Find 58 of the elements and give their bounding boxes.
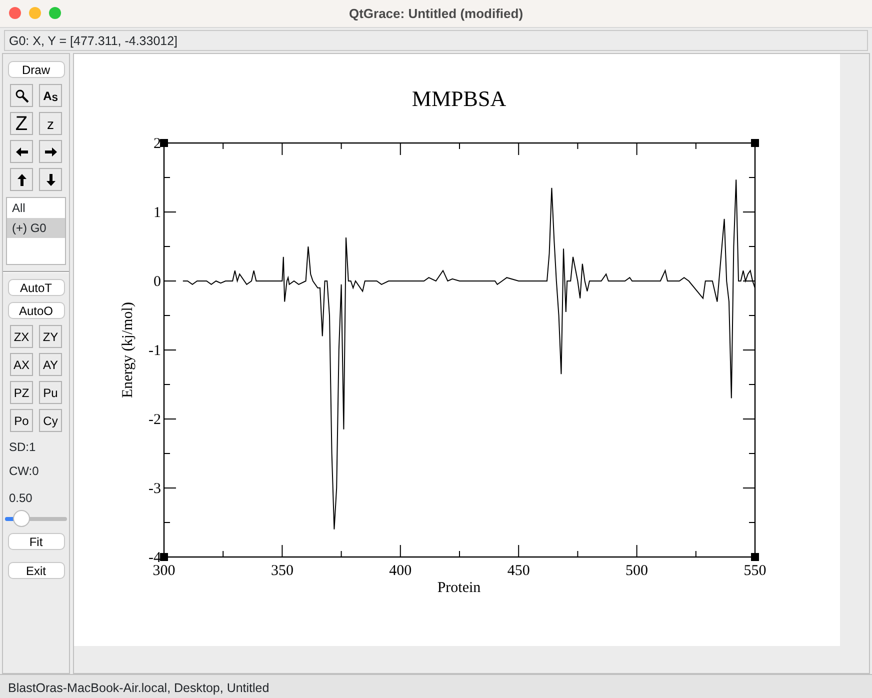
tool-button[interactable] bbox=[39, 168, 62, 191]
y-tick-label: -3 bbox=[148, 481, 161, 497]
readout-label: SD:1 bbox=[9, 439, 36, 456]
tool-button[interactable]: z bbox=[39, 112, 62, 135]
y-tick-label: 1 bbox=[154, 205, 161, 221]
zoom-icon bbox=[14, 88, 28, 102]
tool-button[interactable]: AY bbox=[39, 353, 62, 376]
tool-button[interactable]: AX bbox=[10, 353, 33, 376]
x-tick-label: 350 bbox=[270, 563, 294, 579]
draw-button[interactable]: Draw bbox=[8, 61, 64, 78]
y-tick-label: -2 bbox=[148, 412, 161, 428]
y-axis-label: Energy (kj/mol) bbox=[120, 302, 136, 398]
slider-value: 0.50 bbox=[9, 490, 32, 507]
plot-button[interactable]: Fit bbox=[8, 533, 64, 550]
selection-handle[interactable] bbox=[160, 139, 168, 147]
tool-button[interactable] bbox=[10, 140, 33, 163]
selection-handle[interactable] bbox=[751, 553, 759, 561]
x-tick-label: 300 bbox=[152, 563, 176, 579]
readout-label: CW:0 bbox=[9, 463, 39, 480]
tool-button[interactable]: Z bbox=[10, 112, 33, 135]
tool-button[interactable]: ZY bbox=[39, 325, 62, 348]
tool-button[interactable] bbox=[39, 140, 62, 163]
tool-button[interactable]: Po bbox=[10, 409, 33, 432]
x-tick-label: 500 bbox=[626, 563, 648, 579]
graph-list-item[interactable]: (+) G0 bbox=[7, 218, 65, 238]
x-tick-label: 450 bbox=[507, 563, 530, 579]
auto-button[interactable]: AutoT bbox=[8, 279, 64, 296]
left-arrow-icon bbox=[14, 144, 28, 158]
x-axis-label: Protein bbox=[437, 580, 481, 596]
locator-readout: G0: X, Y = [477.311, -4.33012] bbox=[4, 30, 868, 51]
y-tick-label: 0 bbox=[154, 274, 161, 290]
auto-button[interactable]: AutoO bbox=[8, 302, 64, 319]
y-tick-label: -4 bbox=[148, 550, 161, 566]
tool-button[interactable]: A$_{S}$ bbox=[39, 84, 62, 107]
right-arrow-icon bbox=[44, 144, 58, 158]
slider-thumb[interactable] bbox=[12, 510, 30, 527]
tool-button[interactable] bbox=[10, 168, 33, 191]
x-tick-label: 400 bbox=[389, 563, 412, 579]
tool-button[interactable]: Pu bbox=[39, 381, 62, 404]
minimize-button[interactable] bbox=[29, 7, 41, 19]
window-title: QtGrace: Untitled (modified) bbox=[348, 4, 524, 23]
status-bar: BlastOras-MacBook-Air.local, Desktop, Untitled bbox=[0, 674, 872, 698]
zoom-button[interactable] bbox=[49, 7, 61, 19]
y-tick-label: 2 bbox=[154, 136, 161, 152]
up-arrow-icon bbox=[14, 172, 28, 186]
selection-handle[interactable] bbox=[751, 139, 759, 147]
tool-button[interactable]: ZX bbox=[10, 325, 33, 348]
chart-title: MMPBSA bbox=[412, 86, 506, 111]
tool-button[interactable]: Cy bbox=[39, 409, 62, 432]
close-button[interactable] bbox=[9, 7, 21, 19]
selection-handle[interactable] bbox=[160, 553, 168, 561]
tool-button[interactable] bbox=[10, 84, 33, 107]
graph-list-item[interactable]: All bbox=[7, 198, 65, 218]
tool-button[interactable]: PZ bbox=[10, 381, 33, 404]
down-arrow-icon bbox=[44, 172, 58, 186]
x-tick-label: 550 bbox=[744, 563, 766, 579]
plot-button[interactable]: Exit bbox=[8, 562, 64, 579]
y-tick-label: -1 bbox=[148, 343, 161, 359]
